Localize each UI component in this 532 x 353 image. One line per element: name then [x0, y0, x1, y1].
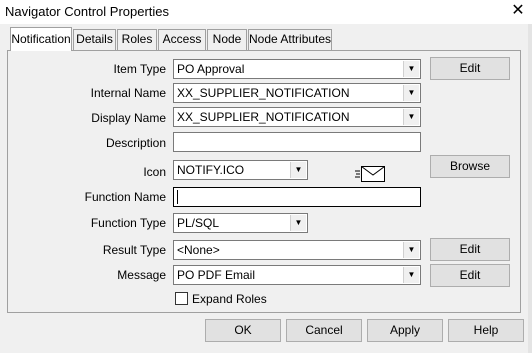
tab-roles[interactable]: Roles — [117, 29, 157, 50]
tab-details[interactable]: Details — [73, 29, 116, 50]
icon-select[interactable]: NOTIFY.ICO ▼ — [173, 160, 308, 180]
display-name-label: Display Name — [91, 111, 166, 125]
window-title: Navigator Control Properties — [5, 4, 170, 19]
function-type-select[interactable]: PL/SQL ▼ — [173, 213, 308, 233]
envelope-icon — [355, 166, 385, 182]
description-label: Description — [105, 136, 166, 150]
function-name-label: Function Name — [84, 190, 166, 204]
item-type-edit-button[interactable]: Edit — [430, 57, 510, 80]
internal-name-label: Internal Name — [90, 86, 166, 100]
cancel-button[interactable]: Cancel — [286, 319, 362, 342]
help-button[interactable]: Help — [448, 319, 524, 342]
chevron-down-icon[interactable]: ▼ — [403, 85, 419, 101]
internal-name-value: XX_SUPPLIER_NOTIFICATION — [177, 86, 350, 100]
tab-access[interactable]: Access — [158, 29, 206, 50]
close-icon[interactable]: ✕ — [506, 1, 530, 21]
message-select[interactable]: PO PDF Email ▼ — [173, 265, 421, 285]
text-cursor — [177, 190, 178, 204]
description-field[interactable] — [173, 132, 421, 152]
result-type-value: <None> — [177, 243, 220, 257]
message-value: PO PDF Email — [177, 268, 256, 282]
item-type-label: Item Type — [113, 62, 166, 76]
function-type-label: Function Type — [90, 216, 166, 230]
expand-roles-label: Expand Roles — [192, 292, 267, 306]
display-name-select[interactable]: XX_SUPPLIER_NOTIFICATION ▼ — [173, 107, 421, 127]
message-edit-button[interactable]: Edit — [430, 264, 510, 287]
apply-button[interactable]: Apply — [367, 319, 443, 342]
expand-roles-checkbox[interactable] — [175, 292, 188, 305]
chevron-down-icon[interactable]: ▼ — [403, 61, 419, 77]
icon-value: NOTIFY.ICO — [177, 163, 245, 177]
browse-button[interactable]: Browse — [430, 155, 510, 178]
chevron-down-icon[interactable]: ▼ — [290, 162, 306, 178]
message-label: Message — [117, 268, 166, 282]
window-edge — [528, 24, 532, 353]
result-type-label: Result Type — [102, 243, 166, 257]
item-type-select[interactable]: PO Approval ▼ — [173, 59, 421, 79]
internal-name-select[interactable]: XX_SUPPLIER_NOTIFICATION ▼ — [173, 83, 421, 103]
display-name-value: XX_SUPPLIER_NOTIFICATION — [177, 110, 350, 124]
result-type-select[interactable]: <None> ▼ — [173, 240, 421, 260]
chevron-down-icon[interactable]: ▼ — [403, 242, 419, 258]
function-type-value: PL/SQL — [177, 216, 220, 230]
chevron-down-icon[interactable]: ▼ — [403, 109, 419, 125]
result-type-edit-button[interactable]: Edit — [430, 238, 510, 261]
chevron-down-icon[interactable]: ▼ — [290, 215, 306, 231]
tab-node[interactable]: Node — [207, 29, 247, 50]
ok-button[interactable]: OK — [205, 319, 281, 342]
item-type-value: PO Approval — [177, 62, 245, 76]
icon-label: Icon — [143, 165, 166, 179]
chevron-down-icon[interactable]: ▼ — [403, 267, 419, 283]
tab-notification[interactable]: Notification — [10, 27, 72, 51]
function-name-field[interactable] — [173, 187, 421, 207]
tab-node-attributes[interactable]: Node Attributes — [248, 29, 332, 50]
